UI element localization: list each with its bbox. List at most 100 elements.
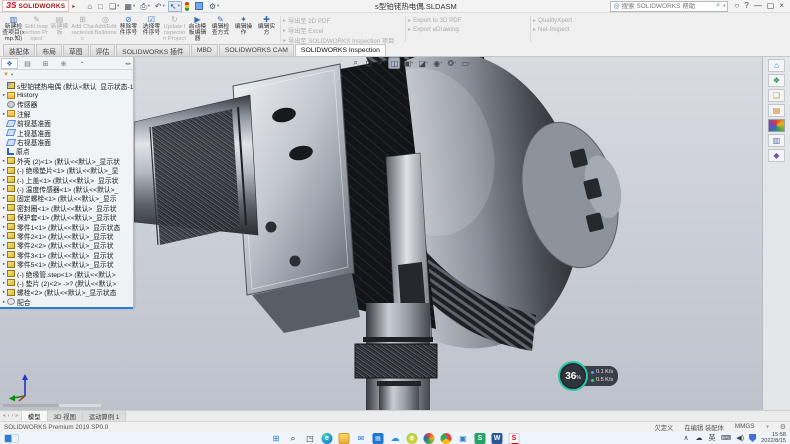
featuremanager-tab[interactable]: ⊕ (55, 58, 72, 69)
dropdown-caret-icon[interactable]: ▾ (148, 3, 150, 9)
quick-access-button[interactable]: ⎙ ▾ (138, 1, 152, 12)
quick-access-button[interactable] (183, 1, 192, 12)
command-tab[interactable]: 草图 (63, 44, 89, 56)
task-pane-button[interactable]: ❖ (768, 74, 785, 87)
tree-item[interactable]: ▸ 保护套<1> (默认<<默认>_显示状 (1, 212, 133, 221)
tree-item[interactable]: ▸ 上视基准面 (1, 128, 133, 137)
tree-item[interactable]: ▸ 原点 (1, 147, 133, 156)
dropdown-caret-icon[interactable]: ▾ (440, 60, 442, 66)
quick-access-button[interactable]: ⚙ ▾ (207, 1, 221, 12)
dropdown-caret-icon[interactable]: ▾ (178, 3, 180, 9)
search-input[interactable] (622, 3, 715, 10)
tab-scroll-arrow-icon[interactable]: ◂ (125, 61, 128, 67)
dropdown-caret-icon[interactable]: ▾ (133, 3, 135, 9)
taskbar-app-button[interactable]: ▤ (373, 433, 384, 444)
command-tab[interactable]: SOLIDWORKS 插件 (116, 44, 190, 56)
menu-flyout-arrow[interactable]: ▸ (72, 3, 75, 10)
filter-caret-icon[interactable]: ▾ (11, 72, 13, 78)
tree-item[interactable]: ▸ 螺栓<2> (默认<<默认>_显示状态 (1, 288, 133, 297)
model-bottom-stem[interactable] (355, 303, 437, 410)
view-toolbar-button[interactable]: ⌕ (350, 57, 362, 69)
tree-item[interactable]: ▸ 配合 (1, 297, 133, 306)
ribbon-button[interactable]: ✎ Edit Inspection Project (25, 14, 48, 44)
quick-access-button[interactable]: ❏ ▾ (107, 1, 121, 12)
command-tab[interactable]: 评估 (90, 44, 116, 56)
filter-funnel-icon[interactable]: ▼ (3, 72, 9, 78)
status-item[interactable]: 在编辑 装配体 (684, 423, 724, 432)
tree-item[interactable]: ▸ (-) 绝缘垫片<1> (默认<<默认>_显 (1, 166, 133, 175)
taskbar-app-button[interactable]: ⌕ (288, 433, 299, 444)
command-tab[interactable]: 布局 (36, 44, 62, 56)
taskbar-app-button[interactable]: e (322, 433, 333, 444)
view-toolbar-button[interactable]: ◫ (389, 57, 401, 69)
ribbon-button[interactable]: ↻ Update Inspection Project (163, 14, 186, 44)
help-button[interactable]: ? (744, 1, 748, 11)
tray-icon[interactable]: ⌨ (721, 434, 731, 442)
dropdown-caret-icon[interactable]: ▾ (217, 3, 219, 9)
model-probe-shaft[interactable] (134, 95, 258, 245)
search-magnifier-icon[interactable]: ⌕ (716, 2, 720, 10)
login-icon[interactable]: ○ (734, 1, 739, 11)
minimize-button[interactable]: — (754, 1, 762, 11)
widgets-button[interactable] (4, 434, 19, 443)
taskbar-app-button[interactable]: e (407, 433, 418, 444)
panel-horizontal-scrollbar[interactable] (2, 403, 102, 408)
dropdown-caret-icon[interactable]: ▾ (454, 60, 456, 66)
tree-item[interactable]: ▸ (-) 温度传感器<1> (默认<<默认>_ (1, 184, 133, 193)
ribbon-button[interactable]: ▥ 新建检查项目(xmp.知) (2, 14, 25, 44)
command-tab[interactable]: SOLIDWORKS Inspection (295, 44, 386, 56)
tree-item[interactable]: ▸ 外壳 (2)<1> (默认<<默认>_显示状 (1, 156, 133, 165)
tab-nav-arrow-icon[interactable]: › (11, 413, 13, 419)
view-toolbar-button[interactable]: ⊡ (363, 57, 375, 69)
ribbon-button[interactable]: ⊘ 移除零件序号 (117, 14, 140, 44)
bottom-tab[interactable]: 3D 视图 (48, 411, 83, 421)
tree-filter-row[interactable]: ▼ ▾ (0, 70, 133, 80)
ribbon-button[interactable]: ☑ 选择零件序号 (140, 14, 163, 44)
tab-nav-arrow-icon[interactable]: « (3, 413, 6, 419)
tree-item[interactable]: ▸ 传感器 (1, 100, 133, 109)
quick-access-button[interactable]: □ (96, 1, 106, 12)
export-menu-item[interactable]: ▸ 导出至 Excel (283, 27, 403, 35)
taskbar-app-button[interactable]: ✉ (356, 433, 367, 444)
command-tab[interactable]: MBD (191, 44, 218, 56)
tree-item[interactable]: ▸ History (1, 90, 133, 99)
tree-item[interactable]: ▸ 右视基准面 (1, 137, 133, 146)
search-dropdown-caret[interactable]: ▾ (723, 3, 725, 9)
close-button[interactable]: × (779, 1, 784, 11)
ribbon-button[interactable]: ✎ 编辑检查方式 (209, 14, 232, 44)
dropdown-caret-icon[interactable]: ▾ (469, 60, 471, 66)
quick-access-button[interactable] (193, 1, 206, 12)
scrollbar-thumb[interactable] (3, 404, 59, 407)
tray-icon[interactable]: ◀) (736, 434, 744, 442)
taskbar-app-button[interactable]: ● (441, 433, 452, 444)
units-caret-icon[interactable]: ▾ (766, 424, 768, 430)
dropdown-caret-icon[interactable]: ▾ (117, 3, 119, 9)
tree-item[interactable]: ▸ 注解 (1, 109, 133, 118)
taskbar-app-button[interactable]: S (475, 433, 486, 444)
task-pane-button[interactable]: ▤ (768, 104, 785, 117)
model-3d-view[interactable] (134, 57, 762, 410)
view-toolbar-button[interactable]: ◉ ▾ (431, 57, 444, 69)
bottom-tab[interactable]: 运动算例 1 (83, 411, 126, 421)
tree-item[interactable]: ▸ 固定螺栓<1> (默认<<默认>_显示 (1, 194, 133, 203)
command-tab[interactable]: SOLIDWORKS CAM (219, 44, 294, 56)
task-pane-button[interactable]: ◆ (768, 149, 785, 162)
ribbon-button[interactable]: ▤ 新建模板 (48, 14, 71, 44)
tree-item[interactable]: ▸ 前视基准面 (1, 119, 133, 128)
restore-button[interactable]: ▢ (767, 1, 775, 11)
taskbar-app-button[interactable]: ⊞ (271, 433, 282, 444)
export-menu-item[interactable]: ▸ 导出至 SOLIDWORKS Inspection 项目 (283, 36, 403, 44)
quick-access-button[interactable]: ⌂ (85, 1, 95, 12)
taskbar-app-button[interactable]: ◳ (305, 433, 316, 444)
task-pane-button[interactable]: ⌂ (768, 59, 785, 72)
tray-icon[interactable]: ☁ (695, 434, 703, 442)
ribbon-button[interactable]: ◎ Add/Edit Balloons (94, 14, 117, 44)
tray-icon[interactable]: 英 (708, 433, 716, 443)
export-menu-item[interactable]: ▸ QualityXpert (533, 17, 653, 24)
tree-item[interactable]: ▸ (-) 上盖<1> (默认<<默认>_显示状 (1, 175, 133, 184)
view-toolbar-button[interactable]: ▭ ▾ (459, 57, 473, 69)
taskbar-app-button[interactable]: ● (424, 433, 435, 444)
status-settings-gear-icon[interactable]: ⚙ (780, 423, 786, 431)
quick-access-button[interactable]: ↶ ▾ (153, 1, 167, 12)
command-tab[interactable]: 装配体 (3, 44, 35, 56)
